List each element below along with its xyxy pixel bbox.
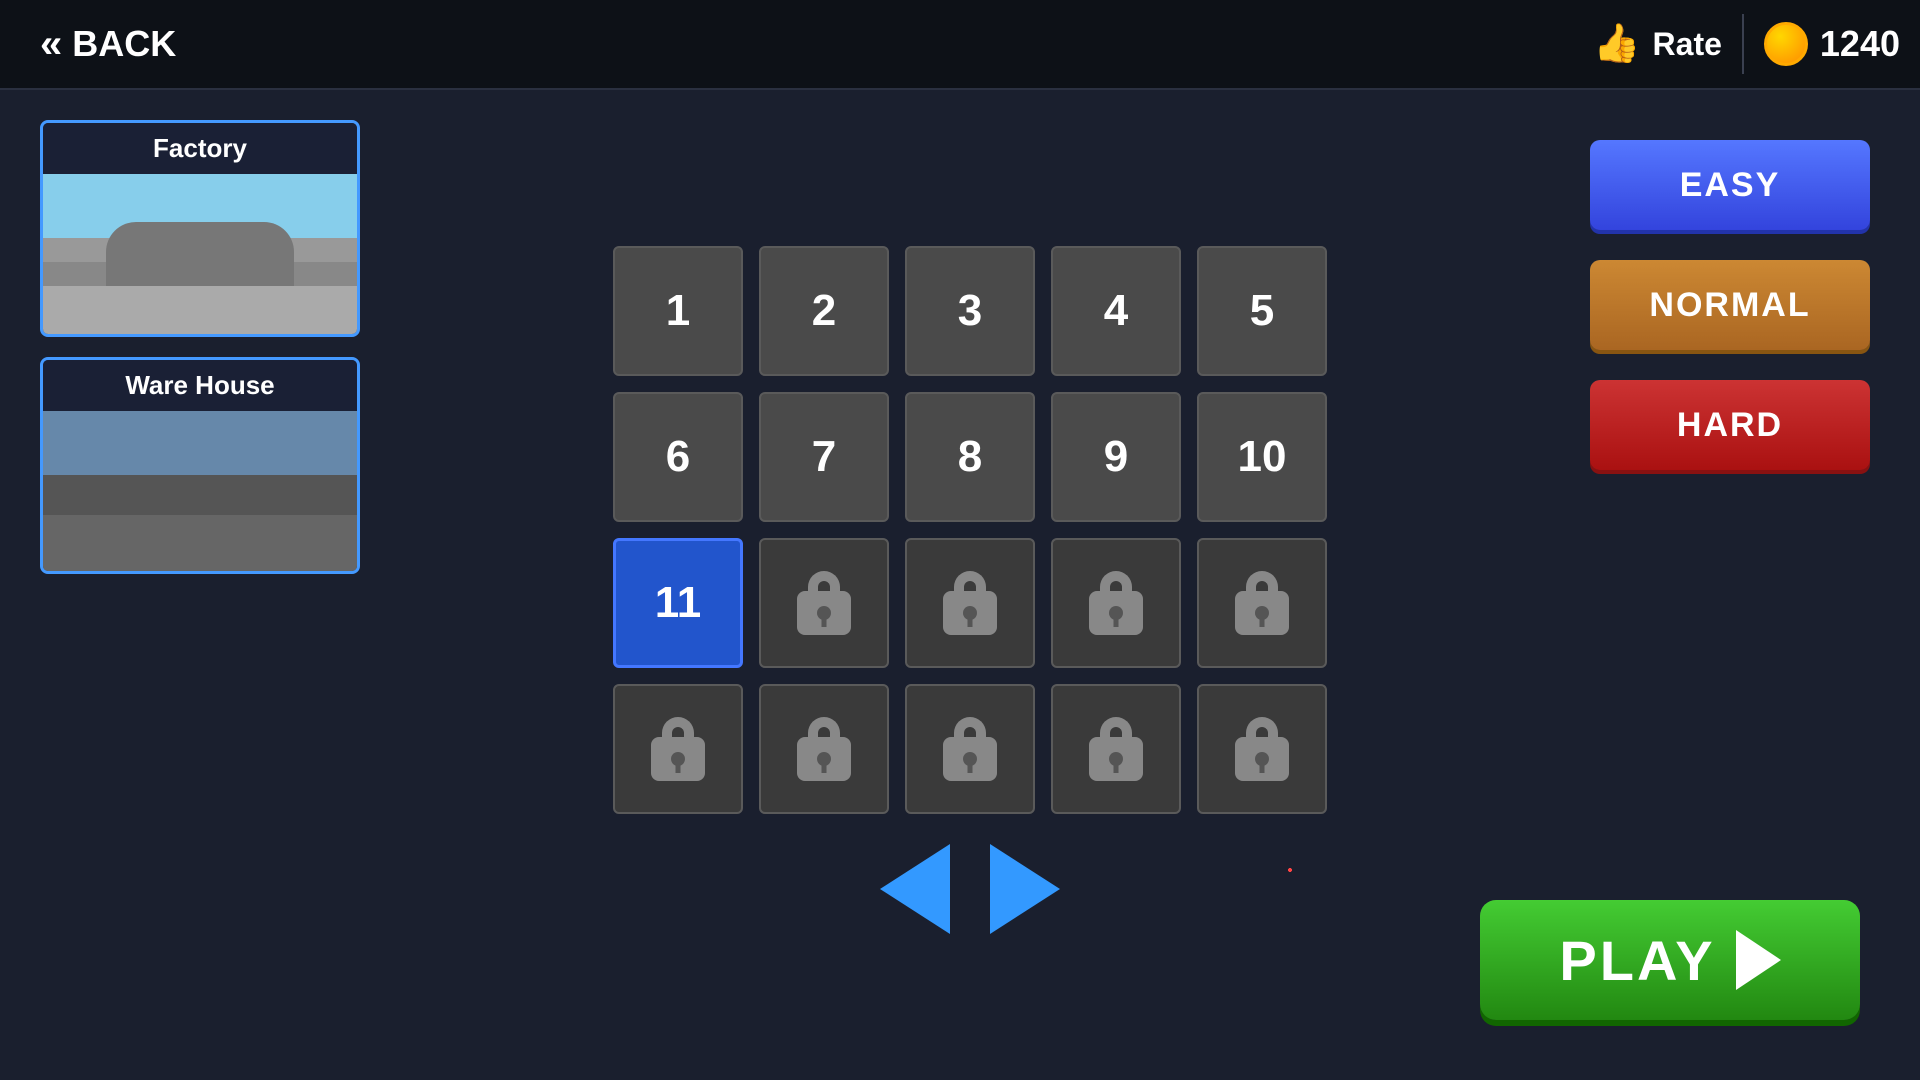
coin-icon [1764, 22, 1808, 66]
level-row-3 [613, 684, 1327, 814]
lock-icon [943, 717, 997, 781]
level-cell [759, 538, 889, 668]
lock-icon [1089, 571, 1143, 635]
level-grid: 12345 678910 11 [613, 246, 1327, 814]
rate-label: Rate [1653, 26, 1722, 63]
level-cell[interactable]: 10 [1197, 392, 1327, 522]
normal-button[interactable]: NORMAL [1590, 260, 1870, 350]
lock-body [943, 737, 997, 781]
level-cell[interactable]: 7 [759, 392, 889, 522]
level-cell[interactable]: 6 [613, 392, 743, 522]
level-row-2: 11 [613, 538, 1327, 668]
nav-arrows [880, 844, 1060, 934]
level-cell [905, 684, 1035, 814]
lock-icon [797, 571, 851, 635]
back-label: BACK [72, 23, 176, 65]
level-cell [759, 684, 889, 814]
lock-body [943, 591, 997, 635]
back-button[interactable]: « BACK [20, 12, 196, 77]
lock-icon [797, 717, 851, 781]
level-cell [1197, 684, 1327, 814]
lock-icon [1235, 717, 1289, 781]
lock-icon [651, 717, 705, 781]
header: « BACK 👍 Rate 1240 [0, 0, 1920, 90]
coins-display: 1240 [1764, 22, 1900, 66]
level-cell[interactable]: 2 [759, 246, 889, 376]
lock-body [651, 737, 705, 781]
lock-body [1089, 737, 1143, 781]
header-divider [1742, 14, 1744, 74]
level-cell[interactable]: 8 [905, 392, 1035, 522]
next-page-button[interactable] [990, 844, 1060, 934]
level-row-1: 678910 [613, 392, 1327, 522]
coins-amount: 1240 [1820, 23, 1900, 65]
map-image-factory [43, 174, 357, 334]
level-cell[interactable]: 11 [613, 538, 743, 668]
maps-panel: Factory Ware House [40, 120, 360, 1050]
play-arrow-icon [1736, 930, 1781, 990]
hard-button[interactable]: HARD [1590, 380, 1870, 470]
prev-page-button[interactable] [880, 844, 950, 934]
lock-body [1235, 737, 1289, 781]
map-image-warehouse [43, 411, 357, 571]
level-cell [1051, 538, 1181, 668]
easy-button[interactable]: Easy [1590, 140, 1870, 230]
lock-body [1235, 591, 1289, 635]
lock-icon [1089, 717, 1143, 781]
rate-button[interactable]: 👍 Rate [1593, 22, 1722, 66]
play-button[interactable]: PLAY [1480, 900, 1860, 1020]
level-cell [613, 684, 743, 814]
level-cell[interactable]: 4 [1051, 246, 1181, 376]
thumbs-up-icon: 👍 [1593, 22, 1640, 66]
level-cell [1197, 538, 1327, 668]
factory-illustration [43, 174, 357, 334]
lock-icon [1235, 571, 1289, 635]
lock-icon [943, 571, 997, 635]
level-cell [905, 538, 1035, 668]
map-title-warehouse: Ware House [43, 360, 357, 411]
warehouse-illustration [43, 411, 357, 571]
map-card-warehouse[interactable]: Ware House [40, 357, 360, 574]
play-label: PLAY [1559, 928, 1715, 993]
lock-body [1089, 591, 1143, 635]
level-cell[interactable]: 9 [1051, 392, 1181, 522]
level-cell[interactable]: 1 [613, 246, 743, 376]
level-cell[interactable]: 3 [905, 246, 1035, 376]
map-title-factory: Factory [43, 123, 357, 174]
header-right: 👍 Rate 1240 [1593, 14, 1900, 74]
back-arrows-icon: « [40, 22, 62, 67]
levels-panel: 12345 678910 11 [400, 120, 1540, 1050]
level-row-0: 12345 [613, 246, 1327, 376]
level-cell[interactable]: 5 [1197, 246, 1327, 376]
map-card-factory[interactable]: Factory [40, 120, 360, 337]
level-cell [1051, 684, 1181, 814]
lock-body [797, 591, 851, 635]
lock-body [797, 737, 851, 781]
